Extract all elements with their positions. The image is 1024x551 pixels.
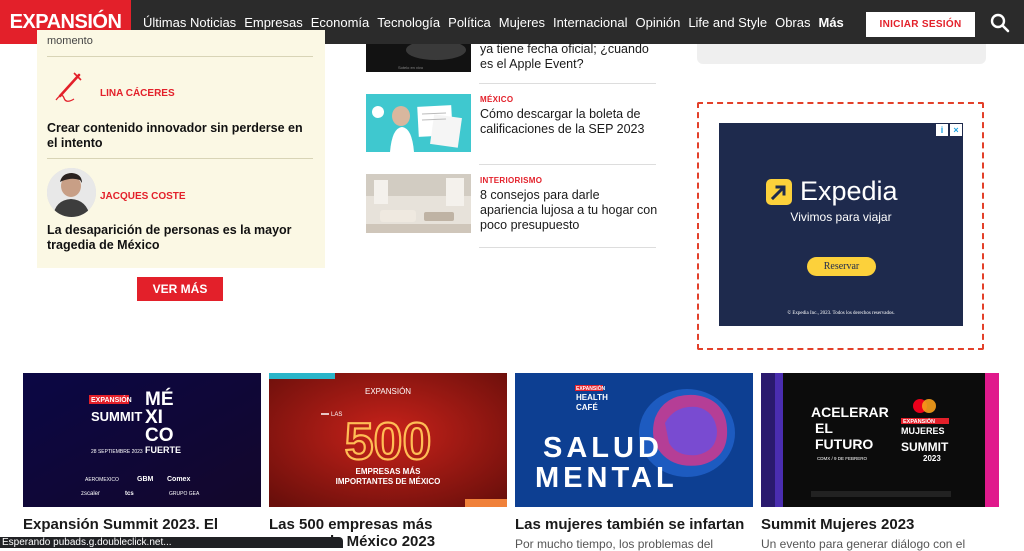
search-icon[interactable] [990,13,1010,33]
svg-text:SUMMIT: SUMMIT [91,409,142,424]
divider [479,247,656,248]
svg-text:FUTURO: FUTURO [815,436,873,452]
svg-text:CDMX / 9 DE FEBRERO: CDMX / 9 DE FEBRERO [817,456,868,461]
opinion-author[interactable]: LINA CÁCERES [100,88,175,99]
sidebar-box [697,44,986,64]
nav-item-tecnologia[interactable]: Tecnología [377,15,440,30]
sep-boleta-image [366,94,471,152]
nav-item-mas[interactable]: Más [819,15,844,30]
category-label[interactable]: INTERIORISMO [480,176,542,185]
nav-item-life-and-style[interactable]: Life and Style [688,15,767,30]
divider [479,83,656,84]
salud-mental-image[interactable]: EXPANSIÓN HEALTH CAFÉ SALUD MENTAL [515,373,753,507]
opinion-title[interactable]: La desaparición de personas es la mayor … [47,223,312,253]
svg-text:MENTAL: MENTAL [535,462,678,494]
svg-text:FUERTE: FUERTE [145,445,181,455]
divider [47,56,313,57]
summit-mujeres-banner: ACELERAR EL FUTURO CDMX / 9 DE FEBRERO E… [761,373,999,507]
divider [479,164,656,165]
ad-brand[interactable]: Expedia [766,176,898,207]
expedia-ad[interactable] [719,123,963,326]
news-title[interactable]: 8 consejos para darle apariencia lujosa … [480,188,660,233]
svg-text:EL: EL [815,420,833,436]
nav-item-ultimas-noticias[interactable]: Últimas Noticias [143,15,236,30]
ad-close-icon[interactable]: × [950,124,962,136]
author-avatar[interactable] [47,168,96,217]
salud-mental-banner: EXPANSIÓN HEALTH CAFÉ SALUD MENTAL [515,373,753,507]
apple-event-image: Sotelo en vivo [366,44,471,72]
card-title[interactable]: Las mujeres también se infartan [515,516,755,534]
news-thumbnail[interactable] [366,174,471,233]
svg-text:MUJERES: MUJERES [901,426,945,436]
svg-text:Comex: Comex [167,476,190,483]
nav-item-empresas[interactable]: Empresas [244,15,303,30]
svg-text:ACELERAR: ACELERAR [811,404,889,420]
thumb-caption: Sotelo en vivo [398,65,424,70]
svg-text:zscaler: zscaler [81,491,100,497]
nav-item-internacional[interactable]: Internacional [553,15,627,30]
card-title-line2[interactable]: de México 2023 [325,533,525,551]
svg-text:LAS: LAS [331,412,342,418]
svg-text:tcs: tcs [125,491,134,497]
svg-text:CAFÉ: CAFÉ [576,403,598,412]
reservar-button[interactable]: Reservar [807,257,876,276]
svg-text:CO: CO [145,425,174,446]
svg-text:GBM: GBM [137,476,154,483]
news-title[interactable]: Cómo descargar la boleta de calificacion… [480,107,660,137]
nav-item-economia[interactable]: Economía [311,15,370,30]
svg-text:2023: 2023 [923,454,941,463]
news-title[interactable]: ya tiene fecha oficial; ¿cuando es el Ap… [480,42,660,72]
previous-article-tail: momento [47,37,93,45]
svg-text:500: 500 [345,413,432,471]
person-photo [47,168,96,217]
nav-item-politica[interactable]: Política [448,15,491,30]
browser-status-bar: Esperando pubads.g.doubleclick.net... [0,537,343,548]
nav-item-obras[interactable]: Obras [775,15,810,30]
divider [47,158,313,159]
svg-text:GRUPO GEA: GRUPO GEA [169,491,200,497]
svg-text:EXPANSIÓN: EXPANSIÓN [91,395,132,404]
ad-legal-text: © Expedia Inc., 2023. Todos los derechos… [787,311,895,316]
svg-text:SALUD: SALUD [543,432,663,464]
nav-item-mujeres[interactable]: Mujeres [499,15,545,30]
svg-text:EXPANSIÓN: EXPANSIÓN [576,384,605,392]
card-excerpt: Por mucho tiempo, los problemas del [515,537,714,551]
svg-text:AEROMEXICO: AEROMEXICO [85,477,119,483]
card-title[interactable]: Las 500 empresas más [269,516,509,534]
nav-item-opinion[interactable]: Opinión [636,15,681,30]
living-room-image [366,174,471,233]
500-empresas-banner: EXPANSIÓN LAS 500 EMPRESAS MÁS IMPORTANT… [269,373,507,507]
opinion-title[interactable]: Crear contenido innovador sin perderse e… [47,121,312,151]
summit-mujeres-image[interactable]: ACELERAR EL FUTURO CDMX / 9 DE FEBRERO E… [761,373,999,507]
card-title[interactable]: Expansión Summit 2023. El [23,516,263,534]
svg-text:SUMMIT: SUMMIT [901,440,949,454]
summit-banner: EXPANSIÓN SUMMIT MÉ XI CO FUERTE 28 SEPT… [23,373,261,507]
login-button[interactable]: INICIAR SESIÓN [866,12,975,37]
500-empresas-image[interactable]: EXPANSIÓN LAS 500 EMPRESAS MÁS IMPORTANT… [269,373,507,507]
opinion-author[interactable]: JACQUES COSTE [100,191,186,202]
svg-text:EXPANSIÓN: EXPANSIÓN [903,417,935,425]
svg-text:28 SEPTIEMBRE 2023: 28 SEPTIEMBRE 2023 [91,449,143,455]
pen-icon [55,72,82,102]
news-thumbnail[interactable]: Sotelo en vivo [366,44,471,72]
expedia-logo-icon [766,178,792,205]
svg-text:EXPANSIÓN: EXPANSIÓN [365,387,411,396]
ad-tagline: Vivimos para viajar [790,210,892,224]
card-excerpt: Un evento para generar diálogo con el [761,537,966,551]
card-title[interactable]: Summit Mujeres 2023 [761,516,1001,534]
category-label[interactable]: MÉXICO [480,95,513,104]
ad-choices[interactable]: i × [936,124,962,136]
summit-mexico-image[interactable]: EXPANSIÓN SUMMIT MÉ XI CO FUERTE 28 SEPT… [23,373,261,507]
ver-mas-button[interactable]: VER MÁS [137,277,223,301]
ad-brand-name: Expedia [800,176,898,206]
svg-text:IMPORTANTES DE MÉXICO: IMPORTANTES DE MÉXICO [336,477,441,486]
svg-text:EMPRESAS MÁS: EMPRESAS MÁS [356,467,422,476]
ad-info-icon[interactable]: i [936,124,948,136]
news-thumbnail[interactable] [366,94,471,152]
svg-text:HEALTH: HEALTH [576,393,608,402]
